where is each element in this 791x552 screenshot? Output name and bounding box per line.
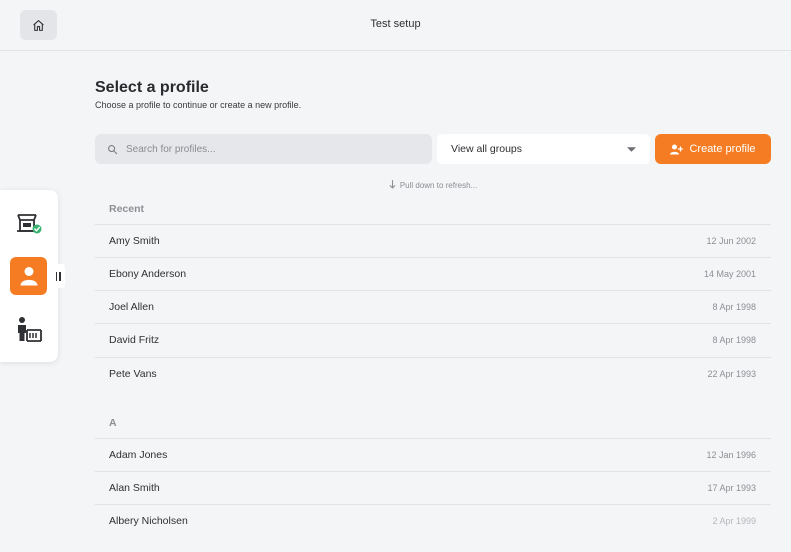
- search-icon: [108, 144, 118, 154]
- profile-date: 12 Jan 1996: [706, 450, 756, 460]
- person-icon: [20, 267, 37, 286]
- drag-handle-bar: [59, 271, 61, 281]
- sidebar-drag-handle[interactable]: [51, 264, 65, 288]
- profile-row[interactable]: David Fritz 8 Apr 1998: [95, 323, 771, 356]
- profile-date: 2 Apr 1999: [712, 516, 756, 526]
- page-subtitle: Choose a profile to continue or create a…: [95, 100, 302, 110]
- top-bar: Test setup: [0, 0, 791, 51]
- profile-name: Joel Allen: [109, 301, 154, 313]
- profile-date: 14 May 2001: [703, 269, 756, 279]
- profile-name: Pete Vans: [109, 368, 157, 380]
- side-nav: [0, 190, 58, 362]
- profile-name: Albery Nicholsen: [109, 515, 188, 527]
- profile-name: Adam Jones: [109, 449, 168, 461]
- add-person-icon: [670, 144, 684, 154]
- store-check-icon: [16, 214, 41, 234]
- profile-row[interactable]: Adam Jones 12 Jan 1996: [95, 438, 771, 471]
- side-nav-store[interactable]: [10, 204, 47, 242]
- profile-name: Ebony Anderson: [109, 268, 187, 280]
- side-nav-staff[interactable]: [10, 310, 47, 348]
- pull-to-refresh-hint: Pull down to refresh...: [95, 180, 771, 190]
- profile-row[interactable]: Amy Smith 12 Jun 2002: [95, 224, 771, 257]
- search-box[interactable]: [95, 134, 432, 164]
- profile-row[interactable]: Pete Vans 22 Apr 1993: [95, 357, 771, 390]
- profile-row[interactable]: Joel Allen 8 Apr 1998: [95, 290, 771, 323]
- section-heading: A: [109, 417, 117, 429]
- create-profile-button[interactable]: Create profile: [655, 134, 771, 164]
- group-filter-select[interactable]: View all groups: [437, 134, 650, 164]
- group-filter-value: View all groups: [451, 143, 523, 155]
- profile-name: David Fritz: [109, 334, 160, 346]
- page-title: Select a profile: [95, 79, 209, 96]
- profile-row[interactable]: Alan Smith 17 Apr 1993: [95, 471, 771, 504]
- profile-date: 12 Jun 2002: [706, 236, 756, 246]
- arrow-down-icon: [389, 180, 396, 189]
- profile-date: 17 Apr 1993: [707, 483, 756, 493]
- profile-name: Alan Smith: [109, 482, 160, 494]
- drag-handle-bar: [55, 271, 57, 281]
- window-title: Test setup: [370, 18, 421, 30]
- pull-hint-text: Pull down to refresh...: [399, 181, 478, 190]
- create-profile-label: Create profile: [689, 143, 756, 155]
- person-at-counter-icon: [17, 317, 42, 342]
- profile-name: Amy Smith: [109, 235, 160, 247]
- profile-date: 8 Apr 1998: [712, 335, 756, 345]
- side-nav-profiles[interactable]: [10, 257, 47, 295]
- profile-row[interactable]: Albery Nicholsen 2 Apr 1999: [95, 504, 771, 537]
- search-input[interactable]: [126, 143, 406, 155]
- section-heading: Recent: [109, 203, 145, 215]
- profile-date: 22 Apr 1993: [707, 369, 756, 379]
- caret-down-icon: [627, 147, 636, 152]
- profile-date: 8 Apr 1998: [712, 302, 756, 312]
- profile-row[interactable]: Ebony Anderson 14 May 2001: [95, 257, 771, 290]
